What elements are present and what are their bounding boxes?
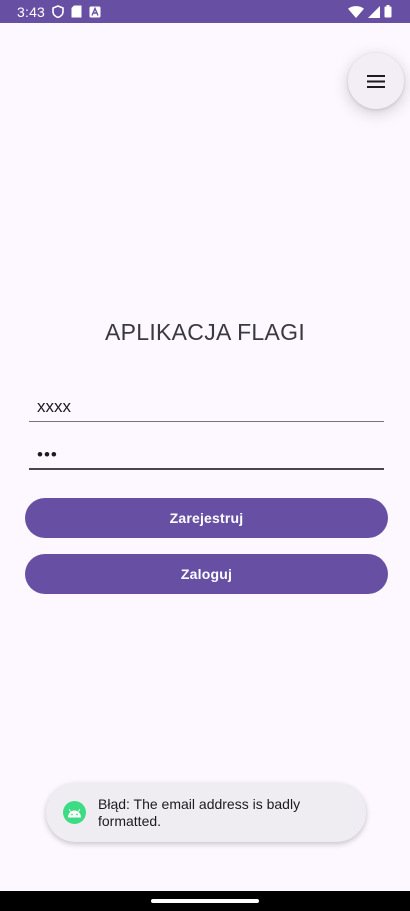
status-left: 3:43 <box>17 4 101 20</box>
status-right <box>348 5 392 18</box>
hamburger-menu-icon <box>367 74 385 88</box>
password-field[interactable]: ••• <box>29 440 384 470</box>
register-button[interactable]: Zarejestruj <box>25 498 388 538</box>
android-icon <box>63 801 86 824</box>
wifi-icon <box>348 5 364 18</box>
login-button[interactable]: Zaloguj <box>25 554 388 594</box>
sd-card-icon <box>71 5 82 18</box>
navigation-bar <box>0 891 410 911</box>
home-gesture-handle[interactable] <box>151 899 259 903</box>
toast-message: Błąd: The email address is badly formatt… <box>98 795 301 829</box>
app-notification-icon <box>89 6 101 18</box>
shield-icon <box>52 5 64 18</box>
status-time: 3:43 <box>17 3 46 20</box>
page-title: APLIKACJA FLAGI <box>104 319 306 345</box>
battery-icon <box>384 5 392 18</box>
email-field[interactable] <box>29 392 384 422</box>
error-toast: Błąd: The email address is badly formatt… <box>46 783 366 842</box>
cell-signal-icon <box>368 5 380 18</box>
password-mask: ••• <box>37 445 58 464</box>
status-bar: 3:43 <box>0 0 410 23</box>
menu-button[interactable] <box>348 53 404 109</box>
